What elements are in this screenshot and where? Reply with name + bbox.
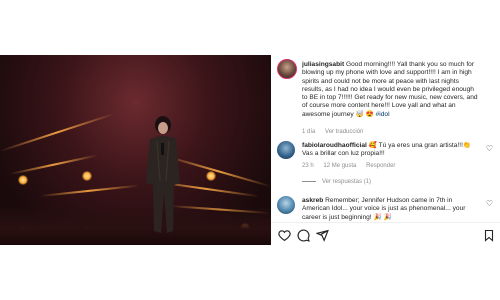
comment-time[interactable]: 1 día (302, 129, 315, 135)
avatar[interactable] (277, 141, 295, 159)
stage-lamp (82, 171, 92, 181)
post-media[interactable] (0, 55, 271, 245)
comment-item: fabiolaroudhaofficial 🥰 Tú ya eres una g… (277, 141, 497, 191)
comment-text: fabiolaroudhaofficial 🥰 Tú ya eres una g… (302, 142, 479, 159)
like-comment-heart-icon[interactable]: ♡ (486, 144, 493, 153)
actions-divider (271, 222, 500, 223)
post-actions-bar (278, 229, 496, 245)
comment-username[interactable]: askreb (302, 197, 323, 204)
caption-text: juliasingsabit Good morning!!!! Yall tha… (302, 61, 479, 119)
comment-username[interactable]: juliasingsabit (302, 61, 344, 68)
like-comment-heart-icon[interactable]: ♡ (486, 199, 493, 208)
heart-icon[interactable] (278, 229, 291, 245)
avatar[interactable] (277, 59, 297, 79)
stage-floor (0, 205, 271, 245)
comment-likes[interactable]: 12 Me gusta (323, 163, 356, 169)
comment-time[interactable]: 23 h (302, 163, 314, 169)
comment-username[interactable]: fabiolaroudhaofficial (302, 142, 367, 149)
hashtag-link[interactable]: #idol (376, 111, 390, 118)
comment-body: Remember; Jennifer Hudson came in 7th in… (302, 197, 466, 221)
reply-link[interactable]: Responder (366, 163, 395, 169)
stage-lamp (206, 171, 216, 181)
comment-meta: 23 h 12 Me gusta Responder (302, 163, 403, 169)
share-icon[interactable] (315, 229, 329, 245)
replies-divider (302, 180, 316, 182)
comment-text: askreb Remember; Jennifer Hudson came in… (302, 197, 479, 222)
caption-comment: juliasingsabit Good morning!!!! Yall tha… (277, 59, 497, 139)
comment-body: Good morning!!!! Yall thank you so much … (302, 61, 478, 118)
comments-panel: juliasingsabit Good morning!!!! Yall tha… (271, 55, 500, 245)
stage-lamp (18, 175, 28, 185)
avatar[interactable] (277, 196, 295, 214)
caption-meta: 1 día Ver traducción (302, 129, 371, 135)
singer-figure (146, 116, 180, 233)
view-replies-label[interactable]: Ver respuestas (1) (322, 179, 371, 185)
view-replies[interactable]: Ver respuestas (1) (302, 179, 371, 185)
comment-icon[interactable] (297, 229, 310, 245)
bookmark-icon[interactable] (483, 229, 495, 245)
see-translation-link[interactable]: Ver traducción (325, 129, 363, 135)
